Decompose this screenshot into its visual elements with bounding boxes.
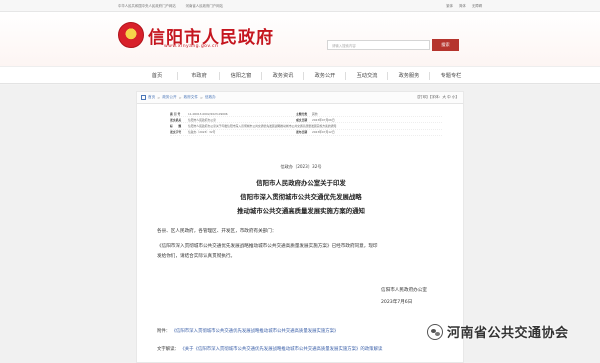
search-input[interactable]: 请输入搜索内容 — [327, 40, 430, 50]
meta-value: 其他 — [312, 111, 318, 116]
breadcrumb-separator: > — [178, 95, 182, 100]
breadcrumb: 首页 > 政务公开 > 政府文件 > 信政办 【打印】【字体：大 中 小】 — [137, 92, 463, 104]
site-url: www.xinyang.gov.cn — [164, 44, 219, 49]
nav-item[interactable]: 首页 — [136, 67, 178, 83]
national-emblem-icon: ★ — [118, 22, 144, 48]
interpretation-line: 文字解读： 《关于《信阳市深入贯彻城市公共交通优先发展战略推动城市公共交通高质量… — [157, 346, 382, 352]
site-header: ★ 信阳市人民政府 www.xinyang.gov.cn 请输入搜索内容 搜索 — [0, 12, 600, 66]
nav-item[interactable]: 互动交流 — [346, 67, 388, 83]
signer: 信阳市人民政府办公室 — [381, 288, 427, 293]
print-font-tools[interactable]: 【打印】【字体：大 中 小】 — [415, 95, 459, 100]
document-number: 信政办〔2023〕32号 — [280, 164, 322, 169]
traditional-chinese-link[interactable]: 繁体 — [446, 3, 453, 8]
breadcrumb-item[interactable]: 政府文件 — [184, 95, 198, 100]
main-nav: 首页 市政府 信阳之窗 政务资讯 政务公开 互动交流 政务服务 专题专栏 — [0, 66, 600, 84]
nav-item[interactable]: 信阳之窗 — [220, 67, 262, 83]
sign-date: 2023年7月6日 — [381, 300, 413, 305]
breadcrumb-separator: > — [199, 95, 203, 100]
breadcrumb-item[interactable]: 首页 — [148, 95, 155, 100]
accessibility-link[interactable]: 无障碍 — [472, 3, 482, 8]
meta-key: 发布日期 — [296, 130, 308, 135]
nav-item[interactable]: 专题专栏 — [430, 67, 472, 83]
meta-key: 成文日期 — [296, 117, 308, 122]
document-metadata-table: 索 引 号 11-00013-0002/2023-09006 主题分类 其他 发… — [170, 111, 442, 136]
breadcrumb-item[interactable]: 政务公开 — [162, 95, 176, 100]
document-title-line: 推动城市公共交通高质量发展实施方案的通知 — [237, 207, 365, 215]
top-links: 中华人民共和国中央人民政府门户网站 河南省人民政府门户网站 — [118, 3, 223, 8]
top-right-links: 繁体 简体 无障碍 — [446, 3, 482, 8]
breadcrumb-separator: > — [157, 95, 161, 100]
meta-key: 发文机关 — [170, 117, 182, 122]
meta-value: 2023年07月12日 — [312, 130, 335, 135]
attachment-label: 附件： — [157, 329, 171, 334]
wechat-icon — [427, 323, 443, 340]
nav-item[interactable]: 政务服务 — [388, 67, 430, 83]
meta-value: 2023年07月06日 — [312, 117, 335, 122]
meta-value: 11-00013-0002/2023-09006 — [188, 111, 228, 116]
attachment-line: 附件： 《信阳市深入贯彻城市公共交通优先发展战略推动城市公共交通高质量发展实施方… — [157, 328, 338, 334]
meta-key: 标 题 — [170, 123, 182, 128]
nav-item[interactable]: 市政府 — [178, 67, 220, 83]
nav-item[interactable]: 政务公开 — [304, 67, 346, 83]
document-title-line: 信阳市人民政府办公室关于印发 — [256, 179, 346, 187]
meta-key: 主题分类 — [296, 111, 308, 116]
meta-row: 发文字号 信政办〔2023〕32号 发布日期 2023年07月12日 — [170, 130, 442, 136]
watermark: 河南省公共交通协会 — [427, 322, 569, 341]
document-title-line: 信阳市深入贯彻城市公共交通优先发展战略 — [240, 193, 362, 201]
simplified-chinese-link[interactable]: 简体 — [459, 3, 466, 8]
henan-gov-link[interactable]: 河南省人民政府门户网站 — [186, 3, 223, 8]
top-utility-bar: 中华人民共和国中央人民政府门户网站 河南省人民政府门户网站 繁体 简体 无障碍 — [0, 0, 600, 12]
interpretation-label: 文字解读： — [157, 347, 179, 352]
home-icon — [141, 95, 146, 100]
article-panel: 首页 > 政务公开 > 政府文件 > 信政办 【打印】【字体：大 中 小】 索 … — [136, 91, 464, 363]
central-gov-link[interactable]: 中华人民共和国中央人民政府门户网站 — [118, 3, 176, 8]
salutation: 各县、区人民政府，各管理区、开发区，市政府有关部门： — [157, 229, 277, 234]
search-button[interactable]: 搜索 — [432, 39, 459, 51]
breadcrumb-item[interactable]: 信政办 — [205, 95, 216, 100]
body-paragraph: 发给你们，请结合实际认真贯彻执行。 — [157, 254, 236, 259]
meta-value: 信阳市人民政府办公室关于印发信阳市深入贯彻城市公共交通优先发展战略推动城市公共交… — [188, 123, 337, 128]
meta-key: 索 引 号 — [170, 111, 181, 116]
nav-item[interactable]: 政务资讯 — [262, 67, 304, 83]
meta-value: 信阳市人民政府办公室 — [188, 117, 216, 122]
meta-value: 信政办〔2023〕32号 — [188, 130, 216, 135]
watermark-text: 河南省公共交通协会 — [447, 326, 569, 341]
meta-key: 发文字号 — [170, 130, 182, 135]
interpretation-link[interactable]: 《关于《信阳市深入贯彻城市公共交通优先发展战略推动城市公共交通高质量发展实施方案… — [180, 347, 382, 352]
attachment-link[interactable]: 《信阳市深入贯彻城市公共交通优先发展战略推动城市公共交通高质量发展实施方案》 — [172, 329, 339, 334]
body-paragraph: 《信阳市深入贯彻城市公共交通优先发展战略推动城市公共交通高质量发展实施方案》已经… — [157, 244, 378, 249]
